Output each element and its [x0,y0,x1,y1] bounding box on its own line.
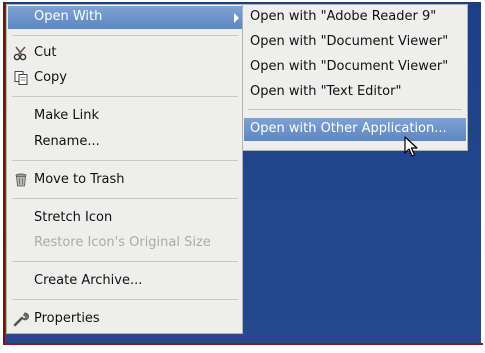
copy-icon [13,70,29,86]
menu-separator [12,35,238,36]
menu-item-label: Create Archive... [34,273,143,288]
menu-item-cut[interactable]: Cut [8,42,242,65]
menu-item-label: Rename... [34,134,100,149]
submenu-item-adobe-reader[interactable]: Open with "Adobe Reader 9" [244,6,466,29]
menu-item-copy[interactable]: Copy [8,67,242,90]
submenu-item-other-application[interactable]: Open with Other Application... [244,118,466,141]
menu-item-open-with[interactable]: Open With [8,6,242,29]
menu-item-label: Move to Trash [34,172,125,187]
menu-item-label: Copy [34,70,67,85]
menu-separator [12,261,238,262]
mouse-pointer-icon [404,136,420,158]
menu-item-stretch-icon[interactable]: Stretch Icon [8,207,242,230]
menu-separator [12,299,238,300]
menu-item-move-to-trash[interactable]: Move to Trash [8,169,242,192]
menu-separator [12,198,238,199]
submenu-item-document-viewer-2[interactable]: Open with "Document Viewer" [244,56,466,79]
submenu-item-document-viewer-1[interactable]: Open with "Document Viewer" [244,31,466,54]
scissors-icon [13,45,29,61]
open-with-submenu: Open with "Adobe Reader 9" Open with "Do… [242,4,468,151]
menu-item-label: Properties [34,311,100,326]
wrench-icon [13,311,29,327]
menu-item-properties[interactable]: Properties [8,308,242,331]
trash-icon [13,172,29,188]
submenu-item-text-editor[interactable]: Open with "Text Editor" [244,81,466,104]
submenu-item-label: Open with "Text Editor" [250,84,402,99]
menu-item-label: Restore Icon's Original Size [34,235,211,250]
menu-item-restore-icon-size: Restore Icon's Original Size [8,232,242,255]
window-edge-bottom [3,343,483,345]
menu-item-label: Open With [34,9,103,24]
submenu-arrow-icon [234,13,239,23]
menu-item-rename[interactable]: Rename... [8,131,242,154]
submenu-item-label: Open with "Document Viewer" [250,59,449,74]
menu-separator [248,109,462,110]
menu-item-label: Cut [34,45,57,60]
submenu-item-label: Open with "Document Viewer" [250,34,449,49]
menu-item-label: Make Link [34,108,99,123]
screenshot-canvas: Open With Cut Copy Make Link Rename... M… [0,0,485,353]
menu-item-make-link[interactable]: Make Link [8,105,242,128]
submenu-item-label: Open with "Adobe Reader 9" [250,9,437,24]
submenu-item-label: Open with Other Application... [250,121,447,136]
context-menu: Open With Cut Copy Make Link Rename... M… [6,4,243,334]
menu-item-create-archive[interactable]: Create Archive... [8,270,242,293]
menu-separator [12,96,238,97]
menu-separator [12,160,238,161]
menu-item-label: Stretch Icon [34,210,113,225]
